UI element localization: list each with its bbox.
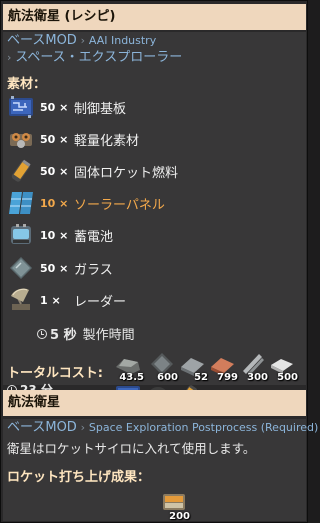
cost-amount: 799 [217, 372, 238, 383]
mod-base: ベースMOD [7, 420, 77, 435]
ingredient-name: ガラス [74, 262, 113, 278]
rocket-fuel-icon [7, 157, 35, 185]
rocket-launch-products-label: ロケット打ち上げ成果： [7, 470, 151, 485]
steel-plate-icon: 300 [237, 349, 268, 383]
iron-plate-icon: 52 [177, 349, 208, 383]
ingredient-count: 10 × [40, 228, 69, 242]
ingredient-name: 制御基板 [74, 101, 127, 117]
low-density-structure-icon [7, 125, 35, 153]
recipe-title: 航法衛星 (レシピ) [3, 4, 306, 30]
mod-space-exploration-postprocess: Space Exploration Postprocess (Required) [88, 421, 319, 434]
launch-product-icon: 200 [159, 488, 190, 522]
clock-icon [37, 328, 47, 339]
cost-amount: 500 [277, 372, 298, 383]
glass-icon [7, 254, 35, 282]
item-title: 航法衛星 [3, 390, 306, 416]
total-cost-label: トータルコスト: [7, 366, 103, 381]
mod-separator: › [80, 34, 86, 47]
ingredient-count: 50 × [40, 100, 69, 114]
copper-plate-icon: 799 [207, 349, 238, 383]
craft-time-seconds: 5 秒 [50, 328, 77, 343]
ingredient-row: 50 × ガラス [7, 254, 113, 282]
ingredient-row: 50 × 制御基板 [7, 93, 126, 121]
ingredient-row: 10 × 蓄電池 [7, 221, 113, 249]
ingredient-count: 1 × [40, 293, 61, 307]
ingredient-name: ソーラーパネル [74, 197, 165, 213]
craft-time-label: 製作時間 [82, 328, 135, 343]
plastic-icon: 500 [267, 349, 298, 383]
recipe-tooltip: 航法衛星 (レシピ) ベースMOD › AAI Industry › スペース・… [0, 0, 318, 523]
ingredient-row: 1 × レーダー [7, 286, 126, 314]
ingredient-row: 50 × 軽量化素材 [7, 125, 139, 153]
ingredient-count: 50 × [40, 261, 69, 275]
mod-separator: › [7, 51, 12, 64]
item-description: 衛星はロケットサイロに入れて使用します。 [7, 441, 256, 456]
plate-icon: 600 [147, 349, 178, 383]
ingredient-count: 50 × [40, 164, 69, 178]
ingredient-count: 10 × [40, 196, 69, 210]
circuit-board-icon [7, 93, 35, 121]
craft-time: 5 秒 製作時間 [37, 324, 135, 343]
ingredient-name: レーダー [74, 294, 127, 310]
solar-panel-icon [7, 189, 35, 217]
ingredients-label: 素材： [7, 77, 47, 92]
ingredient-name: 蓄電池 [74, 229, 114, 245]
mod-aai-industry: AAI Industry [88, 34, 157, 47]
recipe-mod-source: ベースMOD › AAI Industry › スペース・エクスプローラー [7, 32, 182, 66]
ingredient-name: 軽量化素材 [74, 133, 140, 149]
mod-separator: › [80, 421, 86, 434]
item-mod-source: ベースMOD › Space Exploration Postprocess (… [7, 419, 318, 436]
mod-space-exploration: スペース・エクスプローラー [15, 50, 183, 65]
ingredient-name: 固体ロケット燃料 [74, 165, 179, 181]
ingredient-row: 10 × ソーラーパネル [7, 189, 165, 217]
cost-amount: 300 [247, 372, 268, 383]
ingredient-row: 50 × 固体ロケット燃料 [7, 157, 178, 185]
radar-icon [7, 286, 35, 314]
launch-product-amount: 200 [169, 511, 190, 522]
accumulator-icon [7, 221, 35, 249]
mod-base: ベースMOD [7, 33, 77, 48]
stone-icon: 43.5 [113, 349, 144, 383]
ingredient-count: 50 × [40, 132, 69, 146]
